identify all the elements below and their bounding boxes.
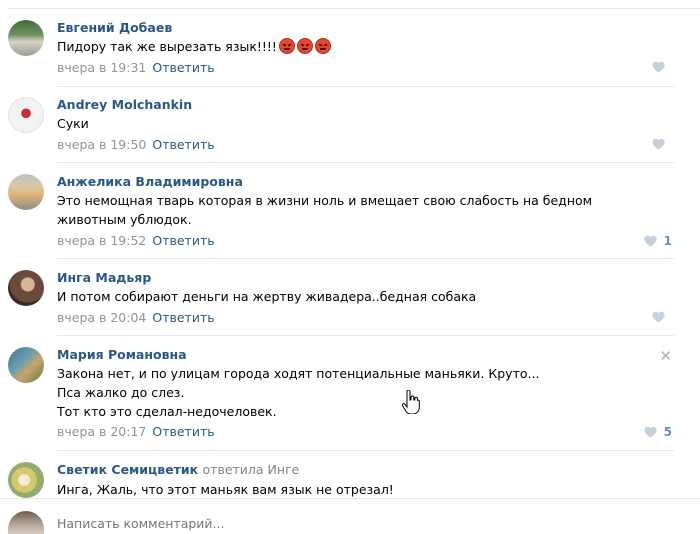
comment-text-line: И потом собирают деньги на жертву живаде… (57, 289, 477, 304)
angry-face-emoji-icon (278, 38, 295, 54)
avatar[interactable] (8, 270, 44, 306)
comment-author[interactable]: Евгений Добаев (57, 20, 172, 35)
comment-meta: вчера в 20:04 Ответить (57, 310, 215, 325)
like-button[interactable] (652, 138, 672, 150)
heart-icon (652, 138, 665, 150)
reply-button[interactable]: Ответить (152, 424, 214, 439)
heart-icon (644, 426, 657, 438)
comment-author[interactable]: Andrey Molchankin (57, 97, 192, 112)
current-user-avatar (8, 511, 44, 534)
comment-text: Закона нет, и по улицам города ходят пот… (57, 364, 640, 421)
comment-text-line: Закона нет, и по улицам города ходят пот… (57, 366, 540, 381)
comment-author[interactable]: Светик Семицветик ответила Инге (57, 462, 299, 477)
comment-text-line: Суки (57, 116, 89, 131)
comment-text-line: Пидору так же вырезать язык!!!! (57, 39, 277, 54)
comment-divider (57, 258, 674, 259)
heart-icon (652, 311, 665, 323)
comment-time[interactable]: вчера в 20:04 (57, 310, 146, 325)
comment-divider (57, 450, 674, 451)
like-count: 1 (663, 234, 672, 248)
comment-time[interactable]: вчера в 20:17 (57, 424, 146, 439)
reply-button[interactable]: Ответить (152, 233, 214, 248)
comment-text: Суки (57, 114, 640, 133)
comment-meta: вчера в 20:17 Ответить (57, 424, 215, 439)
like-count: 5 (663, 425, 672, 439)
like-button[interactable]: 1 (644, 234, 672, 248)
comment-author-name[interactable]: Светик Семицветик (57, 462, 198, 477)
comment-text: Это немощная тварь которая в жизни ноль … (57, 191, 640, 229)
reply-button[interactable]: Ответить (152, 60, 214, 75)
avatar[interactable] (8, 462, 44, 498)
comment-author[interactable]: Инга Мадьяр (57, 270, 151, 285)
avatar[interactable] (8, 174, 44, 210)
like-button[interactable] (652, 311, 672, 323)
like-button[interactable] (652, 61, 672, 73)
comment-time[interactable]: вчера в 19:50 (57, 137, 146, 152)
comment-author[interactable]: Мария Романовна (57, 347, 187, 362)
comment-text: Пидору так же вырезать язык!!!! (57, 37, 640, 56)
heart-icon (652, 61, 665, 73)
angry-face-emoji-icon (296, 38, 313, 54)
comment-input[interactable] (57, 516, 457, 531)
reply-button[interactable]: Ответить (152, 137, 214, 152)
comment-time[interactable]: вчера в 19:52 (57, 233, 146, 248)
top-divider (8, 8, 700, 9)
comment-time[interactable]: вчера в 19:31 (57, 60, 146, 75)
comment-text: И потом собирают деньги на жертву живаде… (57, 287, 640, 306)
avatar[interactable] (8, 20, 44, 56)
comment-divider (57, 86, 674, 87)
comment-text-line: Пса жалко до слез. (57, 385, 185, 400)
heart-icon (644, 235, 657, 247)
comment-composer (0, 498, 700, 534)
reply-button[interactable]: Ответить (152, 310, 214, 325)
angry-face-emoji-icon (314, 38, 331, 54)
comment-text-line: Инга, Жаль, что этот маньяк вам язык не … (57, 482, 394, 497)
avatar[interactable] (8, 347, 44, 383)
close-icon[interactable]: ✕ (659, 347, 672, 365)
comment-divider (57, 162, 674, 163)
comment-text-line: животным ублюдок. (57, 212, 192, 227)
comment-meta: вчера в 19:31 Ответить (57, 60, 215, 75)
avatar[interactable] (8, 97, 44, 133)
comment-meta: вчера в 19:52 Ответить (57, 233, 215, 248)
reply-to-label[interactable]: ответила Инге (203, 462, 300, 477)
comment-meta: вчера в 19:50 Ответить (57, 137, 215, 152)
comment-text-line: Тот кто это сделал-недочеловек. (57, 404, 277, 419)
comment-text-line: Это немощная тварь которая в жизни ноль … (57, 193, 593, 208)
comment-text: Инга, Жаль, что этот маньяк вам язык не … (57, 480, 640, 499)
hand-cursor-icon (402, 390, 420, 414)
comment-author[interactable]: Анжелика Владимировна (57, 174, 243, 189)
comment-divider (57, 335, 674, 336)
like-button[interactable]: 5 (644, 425, 672, 439)
